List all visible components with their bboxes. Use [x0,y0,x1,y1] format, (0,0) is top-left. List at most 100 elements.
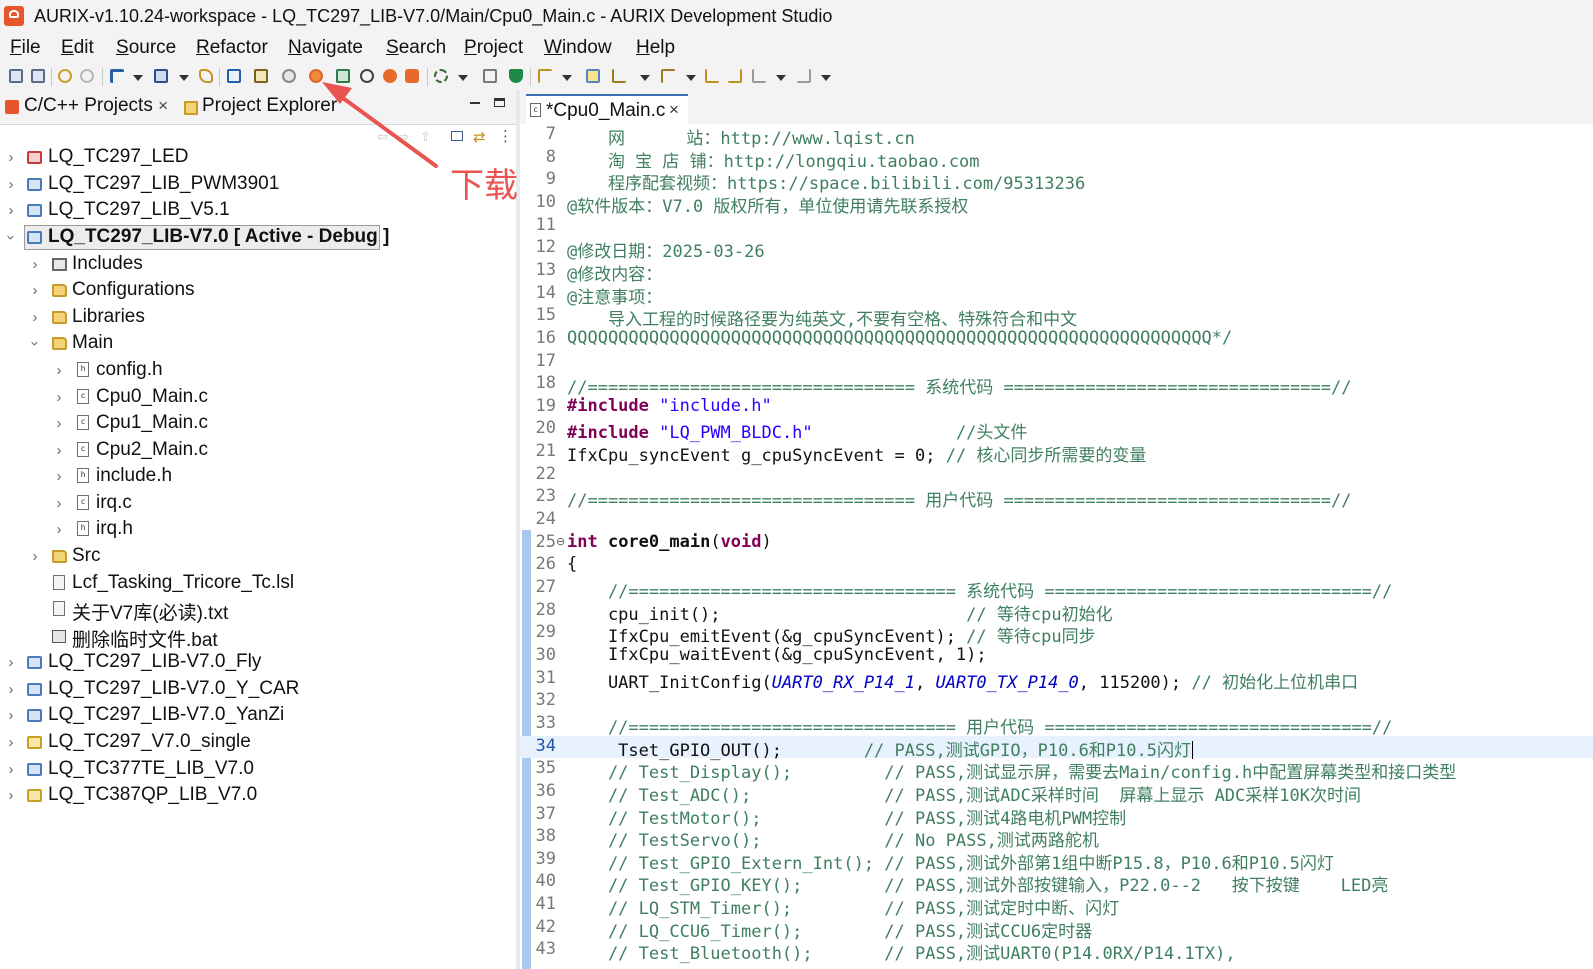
tab-project-explorer[interactable]: Project Explorer [202,95,337,122]
code-line[interactable]: 8 淘 宝 店 铺：http://longqiu.taobao.com [520,147,1593,172]
code-line[interactable]: 16 QQQQQQQQQQQQQQQQQQQQQQQQQQQQQQQQQQQQQQ… [520,328,1593,350]
code-line[interactable]: 35 // Test_Display(); // PASS,测试显示屏，需要去M… [520,758,1593,783]
highlight-icon[interactable] [586,69,600,83]
tree-item-project[interactable]: › LQ_TC377TE_LIB_V7.0 [0,757,510,783]
code-line[interactable]: 18 //================================ 系统代… [520,373,1593,398]
chevron-right-icon[interactable]: › [5,202,17,219]
chevron-right-icon[interactable]: › [5,176,17,193]
maximize-icon[interactable] [494,98,505,107]
next-annotation-dropdown-icon[interactable] [640,75,650,81]
debug-dropdown-icon[interactable] [179,75,189,81]
code-line[interactable]: 42 // LQ_CCU6_Timer(); // PASS,测试CCU6定时器 [520,917,1593,942]
code-line[interactable]: 25 ⊖ int core0_main(void) [520,532,1593,554]
code-line[interactable]: 11 [520,215,1593,237]
terminal-icon[interactable] [405,69,419,83]
tree-item-project[interactable]: › LQ_TC297_LED [0,145,510,171]
chevron-right-icon[interactable]: › [29,282,41,299]
tree-item-folder[interactable]: › Configurations [0,278,510,304]
prev-annotation-icon[interactable] [661,69,675,83]
menu-source[interactable]: Source [116,37,176,59]
chevron-right-icon[interactable]: › [53,468,65,485]
tab-cpp-projects[interactable]: C/C++ Projects × [24,95,168,122]
code-line[interactable]: 15 导入工程的时候路径要为纯英文,不要有空格、特殊符合和中文 [520,305,1593,330]
code-line[interactable]: 21 IfxCpu_syncEvent g_cpuSyncEvent = 0; /… [520,441,1593,466]
help-icon[interactable] [360,69,374,83]
chevron-right-icon[interactable]: › [53,442,65,459]
code-line[interactable]: 36 // Test_ADC(); // PASS,测试ADC采样时间 屏幕上显… [520,781,1593,806]
code-line[interactable]: 30 IfxCpu_waitEvent(&g_cpuSyncEvent, 1); [520,645,1593,667]
tree-item-active-project[interactable]: › LQ_TC297_LIB-V7.0 [ Active - Debug ] [0,225,510,251]
shield-icon[interactable] [509,69,523,83]
run-tool-dropdown-icon[interactable] [458,75,468,81]
up-nav-icon[interactable]: ⇧ [420,129,431,145]
prev-annotation-dropdown-icon[interactable] [686,75,696,81]
forward-nav-icon[interactable]: ⇨ [398,129,409,145]
chip-icon[interactable] [282,69,296,83]
code-line[interactable]: 24 [520,509,1593,531]
tree-item-file[interactable]: 删除临时文件.bat [0,624,510,651]
chevron-right-icon[interactable]: › [53,521,65,538]
code-line[interactable]: 41 // LQ_STM_Timer(); // PASS,测试定时中断、闪灯 [520,894,1593,919]
chevron-right-icon[interactable]: › [5,734,17,751]
menu-search[interactable]: Search [386,37,446,59]
code-line[interactable]: 17 [520,351,1593,373]
chevron-right-icon[interactable]: › [5,654,17,671]
menu-edit[interactable]: Edit [61,37,94,59]
chevron-right-icon[interactable]: › [29,548,41,565]
chevron-right-icon[interactable]: › [5,761,17,778]
tree-item-folder[interactable]: › Main [0,331,510,357]
code-line[interactable]: 29 IfxCpu_emitEvent(&g_cpuSyncEvent); //… [520,622,1593,647]
code-line[interactable]: 33 //================================ 用户… [520,713,1593,738]
close-icon[interactable]: × [669,100,679,120]
save-all-icon[interactable] [31,69,45,83]
code-line[interactable]: 10 @软件版本：V7.0 版权所有，单位使用请先联系授权 [520,192,1593,217]
menu-window[interactable]: Window [544,37,612,59]
tree-item-folder[interactable]: › Src [0,544,510,570]
tree-item-file[interactable]: 关于V7库(必读).txt [0,597,510,624]
undo-icon[interactable] [58,69,72,83]
code-line[interactable]: 40 // Test_GPIO_KEY(); // PASS,测试外部按键输入，… [520,871,1593,896]
code-line[interactable]: 22 [520,464,1593,486]
chevron-right-icon[interactable]: › [5,149,17,166]
next-annotation-icon[interactable] [612,69,626,83]
tree-item-file[interactable]: › h irq.h [0,517,510,543]
menu-navigate[interactable]: Navigate [288,37,363,59]
build-dropdown-icon[interactable] [133,75,143,81]
tree-item-file[interactable]: › h config.h [0,358,510,384]
chevron-right-icon[interactable]: › [53,362,65,379]
minimize-icon[interactable] [470,102,480,104]
back-dropdown-icon[interactable] [776,75,786,81]
code-editor[interactable]: 7 网 站：http://www.lqist.cn 8 淘 宝 店 铺：http:… [520,124,1593,969]
code-line-current[interactable]: 34 Tset_GPIO_OUT(); // PASS,测试GPIO，P10.6… [520,735,1593,761]
code-line[interactable]: 37 // TestMotor(); // PASS,测试4路电机PWM控制 [520,804,1593,829]
chevron-right-icon[interactable]: › [5,707,17,724]
chevron-right-icon[interactable]: › [29,309,41,326]
forward-edit-icon[interactable] [728,69,742,83]
code-line[interactable]: 19 #include "include.h" [520,396,1593,418]
open-type-dropdown-icon[interactable] [562,75,572,81]
close-icon[interactable]: × [158,96,168,115]
back-nav-icon[interactable]: ⇦ [377,129,388,145]
tree-item-project[interactable]: › LQ_TC297_LIB-V7.0_Y_CAR [0,677,510,703]
wrench-icon[interactable] [199,69,213,83]
run-tool-icon[interactable] [434,69,448,83]
redo-icon[interactable] [80,69,94,83]
tree-item-file[interactable]: › h include.h [0,464,510,490]
console-icon[interactable] [227,69,241,83]
build-icon[interactable] [110,69,124,83]
tree-item-project[interactable]: › LQ_TC297_V7.0_single [0,730,510,756]
tree-item-includes[interactable]: › Includes [0,252,510,278]
code-line[interactable]: 39 // Test_GPIO_Extern_Int(); // PASS,测试… [520,849,1593,874]
chevron-down-icon[interactable]: › [3,232,20,244]
save-icon[interactable] [9,69,23,83]
forward-icon[interactable] [797,69,811,83]
chevron-right-icon[interactable]: › [53,415,65,432]
tree-item-file[interactable]: › c Cpu1_Main.c [0,411,510,437]
tree-item-file[interactable]: Lcf_Tasking_Tricore_Tc.lsl [0,571,510,597]
tree-item-file[interactable]: › c irq.c [0,491,510,517]
code-line[interactable]: 14 @注意事项： [520,283,1593,308]
tree-item-project[interactable]: › LQ_TC297_LIB_V5.1 [0,198,510,224]
menu-help[interactable]: Help [636,37,675,59]
code-line[interactable]: 27 //================================ 系统… [520,577,1593,602]
code-line[interactable]: 32 [520,690,1593,712]
